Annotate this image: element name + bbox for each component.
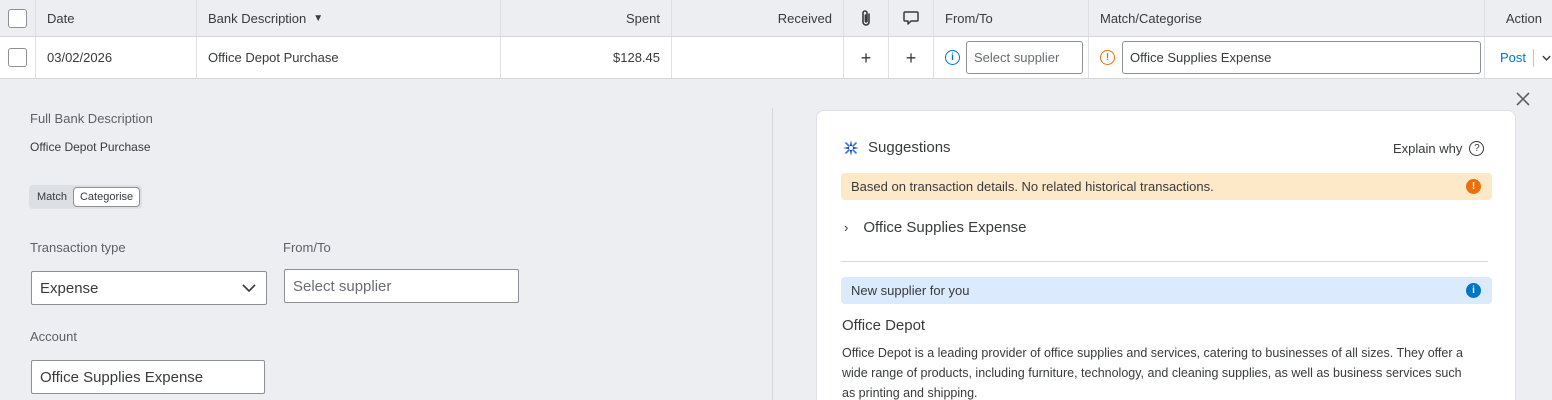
categorise-toggle[interactable]: Categorise [72,187,141,207]
row-action: Post [1485,37,1552,78]
header-received[interactable]: Received [672,0,844,36]
header-action-label: Action [1505,10,1542,26]
header-date-label: Date [47,10,75,26]
help-icon: ? [1469,141,1485,156]
account-label: Account [30,329,77,344]
match-categorise-toggle: Match Categorise [29,185,143,209]
table-header: Date Bank Description ▼ Spent Received F… [0,0,1552,37]
select-all-checkbox[interactable] [8,8,27,28]
row-date-value: 03/02/2026 [47,50,113,65]
warning-banner-text: Based on transaction details. No related… [851,179,1214,194]
header-match-categorise-label: Match/Categorise [1100,10,1202,26]
row-spent-value: $128.45 [613,50,660,65]
suggestions-divider [841,261,1488,262]
sparkle-icon [843,140,859,156]
row-supplier-input[interactable]: Select supplier [966,41,1083,74]
table-row[interactable]: 03/02/2026 Office Depot Purchase $128.45… [0,37,1552,79]
supplier-input[interactable]: Select supplier [284,269,519,303]
chevron-down-icon [242,284,256,293]
match-toggle[interactable]: Match [31,187,73,207]
row-spent: $128.45 [501,37,672,78]
row-category: ! Office Supplies Expense [1089,37,1485,78]
header-spent[interactable]: Spent [501,0,672,36]
row-received [672,37,844,78]
paperclip-icon [862,10,870,26]
row-from-to: i Select supplier [934,37,1089,78]
row-date: 03/02/2026 [36,37,197,78]
transaction-type-value: Expense [40,279,99,297]
header-spent-label: Spent [626,10,660,26]
supplier-description: Office Depot is a leading provider of of… [842,346,1463,400]
account-input[interactable]: Office Supplies Expense [31,360,265,394]
info-icon[interactable]: i [945,50,960,65]
row-bank-description: Office Depot Purchase [197,37,501,78]
chevron-down-icon[interactable] [1541,52,1552,64]
row-checkbox[interactable] [8,48,27,67]
suggestion-item-label: Office Supplies Expense [863,219,1027,236]
row-select[interactable] [0,37,36,78]
row-bank-description-value: Office Depot Purchase [208,50,339,65]
header-bank-description-label: Bank Description [208,10,307,26]
close-icon[interactable] [1514,90,1532,108]
info-banner: New supplier for you i [841,277,1492,304]
header-date[interactable]: Date [36,0,197,36]
suggestions-title: Suggestions [868,139,951,156]
plus-icon[interactable]: + [861,49,872,67]
header-action: Action [1485,0,1552,36]
row-category-input[interactable]: Office Supplies Expense [1122,41,1481,74]
comment-icon [903,11,919,25]
explain-why-button[interactable]: Explain why ? [1393,141,1485,156]
supplier-name: Office Depot [842,317,926,334]
row-add-comment[interactable]: + [889,37,934,78]
suggestions-card: Suggestions Explain why ? Based on trans… [816,110,1516,400]
header-select-all[interactable] [0,0,36,36]
header-from-to: From/To [934,0,1089,36]
info-icon: i [1466,283,1481,298]
panel-divider [772,108,773,400]
action-divider [1533,48,1534,67]
transaction-type-label: Transaction type [30,240,126,255]
post-button[interactable]: Post [1500,50,1526,65]
header-from-to-label: From/To [945,10,993,26]
warning-icon[interactable]: ! [1100,50,1115,65]
suggestion-item[interactable]: › Office Supplies Expense [844,219,1027,236]
sort-down-icon[interactable]: ▼ [313,13,323,24]
plus-icon[interactable]: + [906,49,917,67]
info-banner-text: New supplier for you [851,283,970,298]
chevron-right-icon[interactable]: › [844,220,848,235]
full-bank-description-label: Full Bank Description [30,111,153,126]
explain-why-label: Explain why [1393,141,1463,156]
row-add-attachment[interactable]: + [844,37,889,78]
header-received-label: Received [777,10,832,26]
header-comment [889,0,934,36]
header-attachment [844,0,889,36]
transaction-type-select[interactable]: Expense [31,271,267,305]
warning-icon: ! [1466,179,1481,194]
from-to-label: From/To [283,240,331,255]
header-match-categorise: Match/Categorise [1089,0,1485,36]
header-bank-description[interactable]: Bank Description ▼ [197,0,501,36]
warning-banner: Based on transaction details. No related… [841,173,1492,200]
full-bank-description-value: Office Depot Purchase [30,140,151,154]
